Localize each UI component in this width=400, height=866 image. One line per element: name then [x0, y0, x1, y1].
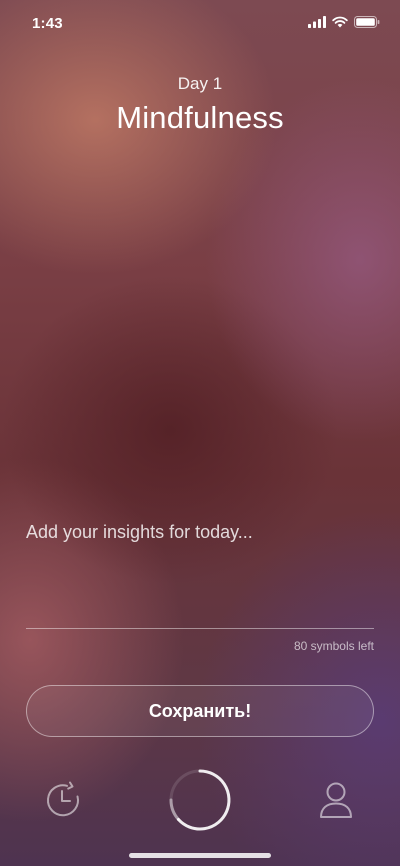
status-bar: 1:43 — [0, 0, 400, 44]
insight-input[interactable] — [26, 512, 374, 637]
day-label: Day 1 — [177, 74, 223, 93]
wifi-icon — [332, 16, 348, 28]
save-button[interactable]: Сохранить! — [26, 685, 374, 737]
home-indicator — [129, 853, 271, 858]
tab-bar — [0, 760, 400, 850]
page-title: Mindfulness — [116, 100, 284, 135]
status-icons — [308, 16, 380, 28]
user-icon — [320, 782, 352, 818]
header: Day 1 Mindfulness — [0, 74, 400, 136]
input-underline — [26, 628, 374, 629]
symbols-counter: 80 symbols left — [293, 639, 374, 653]
battery-icon — [354, 16, 380, 28]
status-time: 1:43 — [32, 15, 63, 32]
history-clock-icon — [46, 781, 79, 817]
progress-ring-icon — [169, 769, 231, 831]
tab-history[interactable] — [41, 777, 87, 828]
tab-profile[interactable] — [316, 777, 356, 828]
tab-timer[interactable] — [168, 768, 232, 837]
signal-icon — [308, 16, 326, 28]
